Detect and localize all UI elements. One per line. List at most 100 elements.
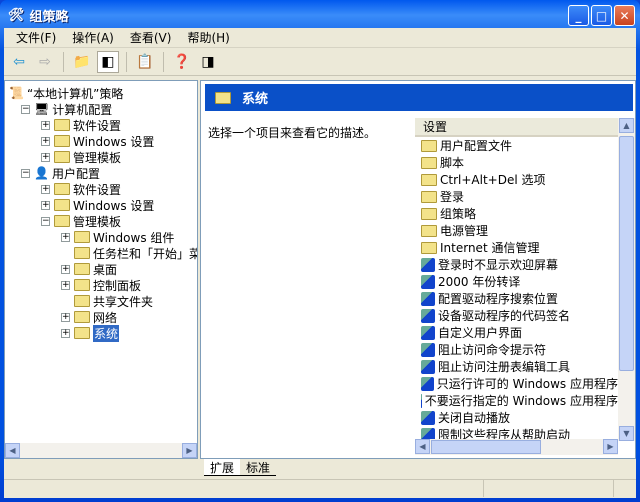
expand-icon[interactable]: + — [61, 280, 70, 290]
back-icon[interactable]: ⇦ — [8, 51, 30, 73]
setting-item[interactable]: 组策略 — [415, 205, 618, 222]
title-bar: 🛠 组策略 — [8, 4, 69, 26]
menu-item[interactable]: 文件(F) — [8, 29, 64, 46]
setting-item[interactable]: 用户配置文件 — [415, 137, 618, 154]
column-header-settings[interactable]: 设置 — [415, 118, 618, 137]
policy-setting-icon — [421, 410, 435, 425]
export-icon[interactable]: 📋 — [134, 51, 156, 73]
setting-label: 用户配置文件 — [440, 139, 513, 153]
policy-setting-icon — [421, 393, 422, 408]
setting-item[interactable]: 登录 — [415, 188, 618, 205]
computer-icon: 🖥 — [34, 102, 50, 116]
details-header-title: 系统 — [242, 92, 269, 107]
tree-item[interactable]: + Windows 组件 — [61, 229, 174, 245]
expand-icon[interactable]: + — [61, 328, 70, 338]
expand-icon[interactable]: + — [41, 120, 50, 130]
setting-item[interactable]: 登录时不显示欢迎屏幕 — [415, 256, 618, 273]
setting-label: 登录 — [440, 190, 465, 204]
folder-icon — [421, 156, 437, 169]
collapse-icon[interactable]: − — [21, 168, 30, 178]
setting-label: 组策略 — [440, 207, 477, 221]
setting-item[interactable]: Ctrl+Alt+Del 选项 — [415, 171, 618, 188]
menu-item[interactable]: 帮助(H) — [179, 29, 237, 46]
details-pane: 系统 选择一个项目来查看它的描述。 设置 用户配置文件 脚本 Ctrl+Alt+De… — [200, 80, 636, 459]
setting-label: 自定义用户界面 — [438, 326, 523, 340]
setting-item[interactable]: 配置驱动程序搜索位置 — [415, 290, 618, 307]
tree-item[interactable]: 📜 “本地计算机”策略 — [9, 85, 123, 101]
tree-item[interactable]: 任务栏和「开始」菜单 — [61, 245, 197, 261]
setting-label: 2000 年份转译 — [438, 275, 521, 289]
tree-item[interactable]: + 管理模板 — [41, 149, 121, 165]
policy-setting-icon — [421, 257, 435, 272]
settings-vertical-scrollbar[interactable]: ▲ ▼ — [618, 118, 635, 441]
close-button[interactable]: ✕ — [614, 5, 635, 26]
setting-item[interactable]: 阻止访问注册表编辑工具 — [415, 358, 618, 375]
setting-label: Ctrl+Alt+Del 选项 — [440, 173, 546, 187]
setting-item[interactable]: 电源管理 — [415, 222, 618, 239]
expand-icon[interactable]: + — [61, 312, 70, 322]
folder-icon — [421, 173, 437, 186]
tree-item[interactable]: + 控制面板 — [61, 277, 141, 293]
tree-item[interactable]: + Windows 设置 — [41, 133, 154, 149]
expand-icon[interactable]: + — [41, 200, 50, 210]
menu-item[interactable]: 查看(V) — [122, 29, 180, 46]
setting-item[interactable]: 阻止访问命令提示符 — [415, 341, 618, 358]
collapse-icon[interactable]: − — [21, 104, 30, 114]
policy-setting-icon — [421, 325, 435, 340]
maximize-button[interactable]: □ — [591, 5, 612, 26]
policy-setting-icon — [421, 342, 435, 357]
tree-item-label: 管理模板 — [73, 150, 122, 165]
setting-item[interactable]: 关闭自动播放 — [415, 409, 618, 426]
collapse-icon[interactable]: − — [41, 216, 50, 226]
tree-item-label: 网络 — [93, 310, 118, 325]
setting-item[interactable]: 只运行许可的 Windows 应用程序 — [415, 375, 618, 392]
expand-icon[interactable]: + — [41, 184, 50, 194]
gpedit-icon: 🛠 — [8, 7, 25, 23]
setting-item[interactable]: Internet 通信管理 — [415, 239, 618, 256]
tree-item[interactable]: + 系统 — [61, 324, 120, 342]
tree-item[interactable]: + 网络 — [61, 309, 117, 325]
forward-icon[interactable]: ⇨ — [34, 51, 56, 73]
expand-icon[interactable]: + — [61, 264, 70, 274]
menu-item[interactable]: 操作(A) — [64, 29, 122, 46]
folder-icon — [54, 135, 70, 147]
setting-item[interactable]: 设备驱动程序的代码签名 — [415, 307, 618, 324]
tree-item[interactable]: 共享文件夹 — [61, 293, 153, 309]
folder-icon — [74, 231, 90, 243]
settings-list: 设置 用户配置文件 脚本 Ctrl+Alt+Del 选项 登录组策略 电源管理 Inter… — [415, 118, 635, 441]
help-icon[interactable]: ❓ — [171, 51, 193, 73]
tree-item[interactable]: + Windows 设置 — [41, 197, 154, 213]
setting-item[interactable]: 2000 年份转译 — [415, 273, 618, 290]
tree-item[interactable]: − 👤 用户配置 — [21, 165, 100, 181]
tree-item-label: Windows 设置 — [73, 134, 155, 149]
setting-item[interactable]: 脚本 — [415, 154, 618, 171]
expand-icon[interactable]: + — [61, 232, 70, 242]
policy-setting-icon — [421, 308, 435, 323]
setting-label: 阻止访问命令提示符 — [438, 343, 547, 357]
tree-item[interactable]: + 桌面 — [61, 261, 117, 277]
tree-horizontal-scrollbar[interactable]: ◀ ▶ — [5, 443, 197, 458]
setting-label: 关闭自动播放 — [438, 411, 511, 425]
tree-item[interactable]: − 🖥 计算机配置 — [21, 101, 112, 117]
policy-icon: 📜 — [9, 86, 24, 100]
show-hide-tree-icon[interactable]: ◧ — [97, 50, 119, 73]
folder-icon — [74, 327, 90, 339]
setting-item[interactable]: 不要运行指定的 Windows 应用程序 — [415, 392, 618, 409]
show-hide-action-pane-icon[interactable]: ◨ — [197, 51, 219, 73]
folder-icon — [54, 119, 70, 131]
tree-item[interactable]: + 软件设置 — [41, 117, 121, 133]
up-icon[interactable]: 📁 — [71, 51, 93, 73]
setting-label: 只运行许可的 Windows 应用程序 — [436, 377, 618, 391]
tree-item[interactable]: + 软件设置 — [41, 181, 121, 197]
user-icon: 👤 — [34, 166, 49, 180]
expand-icon[interactable]: + — [41, 136, 50, 146]
expand-icon[interactable]: + — [41, 152, 50, 162]
tab-standard[interactable]: 标准 — [240, 459, 277, 476]
setting-item[interactable]: 自定义用户界面 — [415, 324, 618, 341]
minimize-button[interactable]: _ — [568, 5, 589, 26]
folder-icon — [54, 151, 70, 163]
toolbar: ⇦ ⇨ 📁 ◧ 📋 ❓ ◨ — [4, 48, 636, 76]
tab-extended[interactable]: 扩展 — [204, 459, 241, 476]
tree-item[interactable]: − 管理模板 — [41, 213, 121, 229]
settings-horizontal-scrollbar[interactable]: ◀ ▶ — [415, 439, 618, 455]
